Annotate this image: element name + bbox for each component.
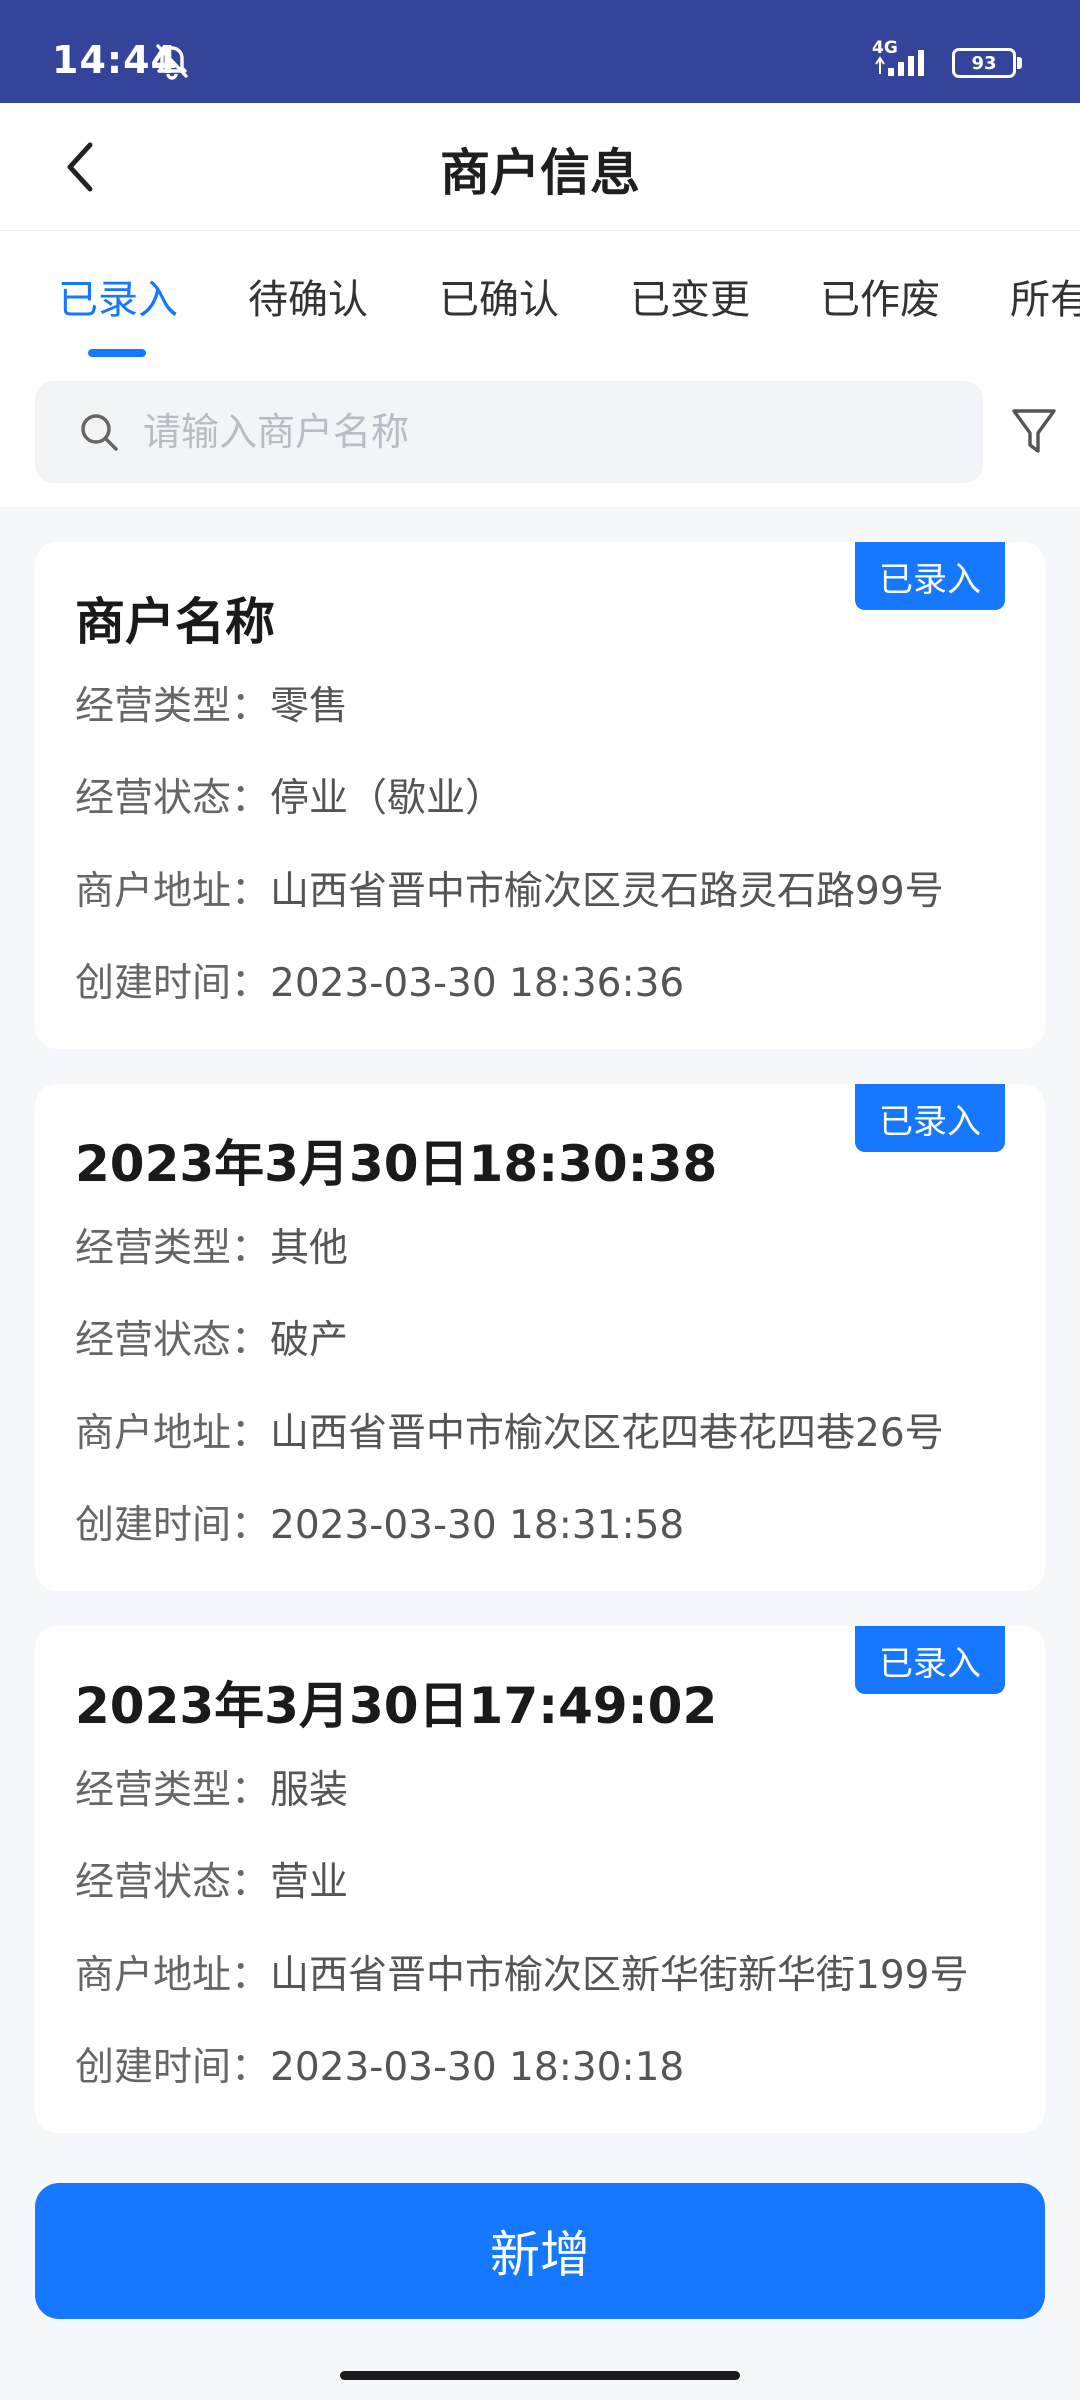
merchant-card[interactable]: 已录入 商户名称 经营类型：零售 经营状态：停业（歇业） 商户地址：山西省晋中市…	[35, 542, 1045, 1049]
status-bar: 14:44 4G 93	[0, 0, 1080, 103]
tab-changed[interactable]: 已变更	[630, 267, 750, 325]
search-bar	[0, 361, 1080, 507]
merchant-name: 商户名称	[75, 593, 275, 651]
address-value: 山西省晋中市榆次区新华街新华街199号	[270, 1953, 969, 1998]
business-status-value: 破产	[270, 1318, 349, 1363]
business-status-row: 经营状态：破产	[75, 1309, 348, 1365]
created-at-value: 2023-03-30 18:36:36	[270, 961, 685, 1006]
created-at-row: 创建时间：2023-03-30 18:30:18	[75, 2036, 684, 2092]
created-at-row: 创建时间：2023-03-30 18:31:58	[75, 1494, 684, 1550]
business-status-value: 停业（歇业）	[270, 776, 505, 821]
tab-pending-confirm[interactable]: 待确认	[248, 267, 368, 325]
business-type-label: 经营类型：	[75, 684, 271, 729]
search-input[interactable]	[143, 381, 943, 483]
status-badge: 已录入	[855, 542, 1005, 610]
business-type-value: 零售	[270, 684, 349, 729]
status-badge: 已录入	[855, 1084, 1005, 1152]
created-at-row: 创建时间：2023-03-30 18:36:36	[75, 952, 684, 1008]
business-status-row: 经营状态：营业	[75, 1851, 348, 1907]
battery-level: 93	[952, 48, 1016, 78]
add-merchant-button[interactable]: 新增	[35, 2183, 1045, 2319]
business-status-label: 经营状态：	[75, 776, 271, 821]
merchant-card[interactable]: 已录入 2023年3月30日18:30:38 经营类型：其他 经营状态：破产 商…	[35, 1084, 1045, 1591]
status-badge: 已录入	[855, 1626, 1005, 1694]
address-row: 商户地址：山西省晋中市榆次区花四巷花四巷26号	[75, 1402, 944, 1458]
merchant-name: 2023年3月30日17:49:02	[75, 1677, 718, 1735]
business-type-value: 服装	[270, 1768, 349, 1813]
business-type-value: 其他	[270, 1226, 349, 1271]
created-at-label: 创建时间：	[75, 2045, 271, 2090]
created-at-label: 创建时间：	[75, 1503, 271, 1548]
address-label: 商户地址：	[75, 869, 271, 914]
merchant-card[interactable]: 已录入 2023年3月30日17:49:02 经营类型：服装 经营状态：营业 商…	[35, 1626, 1045, 2133]
tab-all[interactable]: 所有	[1010, 267, 1080, 325]
business-status-label: 经营状态：	[75, 1318, 271, 1363]
signal-indicator: 4G	[872, 38, 942, 82]
business-status-row: 经营状态：停业（歇业）	[75, 767, 504, 823]
business-status-value: 营业	[270, 1860, 349, 1905]
battery-tip	[1017, 57, 1022, 69]
business-status-label: 经营状态：	[75, 1860, 271, 1905]
business-type-label: 经营类型：	[75, 1226, 271, 1271]
address-value: 山西省晋中市榆次区花四巷花四巷26号	[270, 1411, 944, 1456]
address-label: 商户地址：	[75, 1953, 271, 1998]
address-label: 商户地址：	[75, 1411, 271, 1456]
tab-voided[interactable]: 已作废	[820, 267, 940, 325]
business-type-label: 经营类型：	[75, 1768, 271, 1813]
address-value: 山西省晋中市榆次区灵石路灵石路99号	[270, 869, 944, 914]
created-at-label: 创建时间：	[75, 961, 271, 1006]
signal-bars-icon	[875, 50, 924, 76]
business-type-row: 经营类型：其他	[75, 1217, 348, 1273]
business-type-row: 经营类型：服装	[75, 1759, 348, 1815]
business-type-row: 经营类型：零售	[75, 675, 348, 731]
nav-bar: 商户信息	[0, 103, 1080, 231]
created-at-value: 2023-03-30 18:31:58	[270, 1503, 685, 1548]
page-title: 商户信息	[440, 144, 640, 202]
tab-confirmed[interactable]: 已确认	[439, 267, 559, 325]
battery-indicator: 93	[952, 48, 1022, 78]
active-tab-indicator	[88, 349, 146, 357]
tab-entered[interactable]: 已录入	[58, 267, 178, 325]
address-row: 商户地址：山西省晋中市榆次区灵石路灵石路99号	[75, 860, 944, 916]
address-row: 商户地址：山西省晋中市榆次区新华街新华街199号	[75, 1944, 968, 2000]
home-indicator[interactable]	[340, 2371, 740, 2380]
bell-off-icon	[156, 44, 188, 80]
filter-icon[interactable]	[1008, 401, 1060, 461]
created-at-value: 2023-03-30 18:30:18	[270, 2045, 685, 2090]
status-tabs: 已录入 待确认 已确认 已变更 已作废 所有	[0, 231, 1080, 361]
search-icon	[81, 414, 118, 451]
search-box[interactable]	[35, 381, 983, 483]
merchant-name: 2023年3月30日18:30:38	[75, 1135, 718, 1193]
